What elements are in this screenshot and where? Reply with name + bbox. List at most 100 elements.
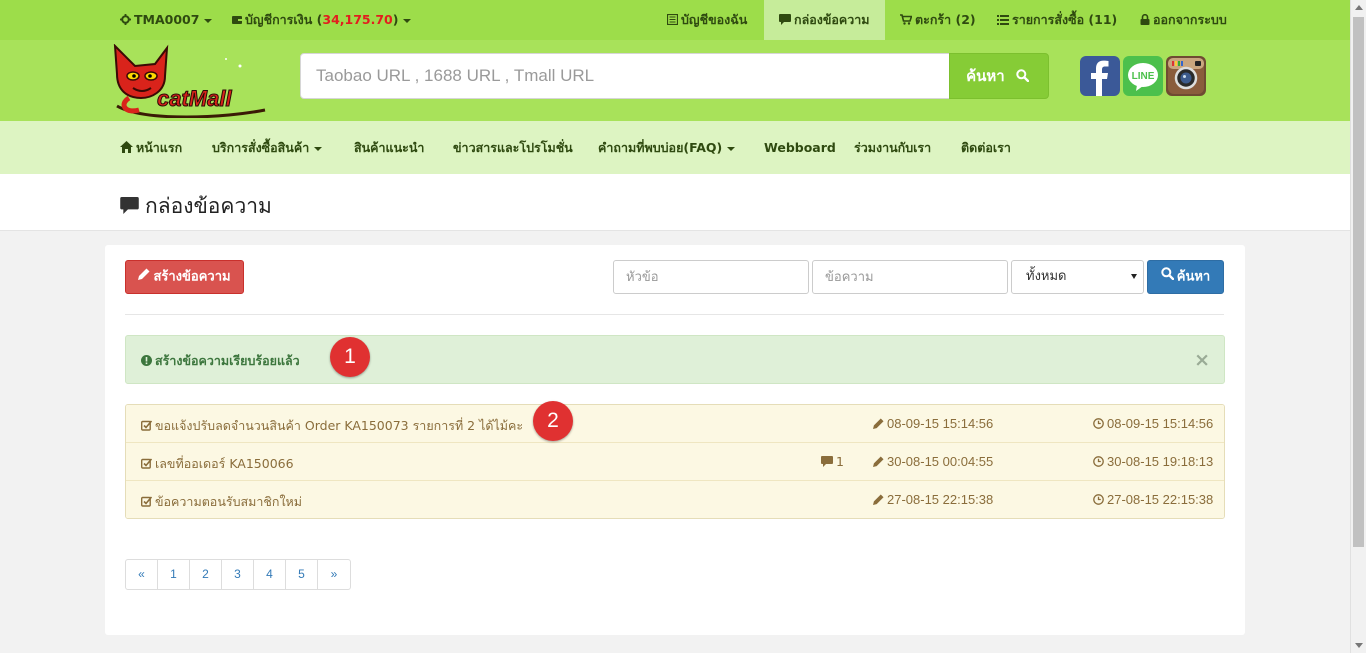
nav-faq[interactable]: คำถามที่พบบ่อย(FAQ) [598, 121, 736, 174]
wallet-label: บัญชีการเงิน [245, 12, 313, 27]
my-account-label: บัญชีของฉัน [681, 12, 748, 27]
orders-link[interactable]: รายการสั่งซื้อ (11) [997, 0, 1117, 40]
message-row[interactable]: เลขที่ออเดอร์ KA150066 1 30-08-15 00:04:… [126, 443, 1224, 481]
clock-icon [1093, 417, 1104, 432]
create-message-button[interactable]: สร้างข้อความ [125, 260, 244, 294]
gear-icon [120, 1, 131, 41]
clock-icon [1093, 455, 1104, 470]
product-url-search-input[interactable] [300, 53, 950, 99]
cart-label: ตะกร้า (2) [915, 12, 976, 27]
lock-icon [1140, 1, 1150, 41]
nav-services[interactable]: บริการสั่งซื้อสินค้า [212, 121, 323, 174]
my-account-link[interactable]: บัญชีของฉัน [666, 0, 748, 41]
wallet-icon [232, 1, 242, 41]
pagination-page-1[interactable]: 1 [158, 560, 190, 589]
user-id: TMA0007 [134, 12, 200, 27]
pagination-page-3[interactable]: 3 [222, 560, 254, 589]
nav-recommended-label: สินค้าแนะนำ [354, 140, 425, 155]
inbox-label: กล่องข้อความ [794, 12, 870, 27]
message-filter-input[interactable] [812, 260, 1008, 294]
chevron-down-icon [727, 146, 736, 151]
site-header: catMall ค้นหา LINE [0, 40, 1350, 121]
wallet-menu[interactable]: บัญชีการเงิน (34,175.70) [232, 0, 412, 41]
pagination-page-2[interactable]: 2 [190, 560, 222, 589]
logout-label: ออกจากระบบ [1153, 12, 1227, 27]
filter-search-label: ค้นหา [1176, 269, 1211, 285]
nav-webboard[interactable]: Webboard [764, 121, 836, 174]
toolbar-divider [125, 314, 1224, 315]
logo-text: catMall [157, 86, 232, 111]
line-icon[interactable]: LINE [1123, 56, 1163, 96]
message-subject: ข้อความตอนรับสมาชิกใหม่ [155, 494, 303, 509]
header-search-button[interactable]: ค้นหา [949, 53, 1049, 99]
wallet-amount: 34,175.70 [322, 12, 393, 27]
message-subject: เลขที่ออเดอร์ KA150066 [155, 456, 294, 471]
message-subject: ขอแจ้งปรับลดจำนวนสินค้า Order KA150073 ร… [155, 418, 524, 433]
orders-label: รายการสั่งซื้อ (11) [1012, 12, 1118, 27]
pencil-icon [873, 455, 884, 470]
nav-news[interactable]: ข่าวสารและโปรโมชั่น [453, 121, 573, 174]
page-scrollbar[interactable] [1350, 0, 1366, 653]
pencil-icon [873, 417, 884, 432]
nav-services-label: บริการสั่งซื้อสินค้า [212, 140, 310, 155]
subject-filter-input[interactable] [613, 260, 809, 294]
pagination-page-5[interactable]: 5 [286, 560, 318, 589]
scroll-up-arrow[interactable] [1355, 5, 1363, 10]
logout-link[interactable]: ออกจากระบบ [1140, 0, 1227, 40]
nav-recommended[interactable]: สินค้าแนะนำ [354, 121, 424, 174]
main-nav: หน้าแรก บริการสั่งซื้อสินค้า สินค้าแนะนำ… [0, 121, 1350, 174]
catmall-logo[interactable]: catMall [105, 43, 270, 119]
chevron-down-icon [314, 146, 323, 151]
pagination: « 1 2 3 4 5 » [125, 559, 351, 590]
pencil-icon [873, 493, 884, 508]
pagination-prev[interactable]: « [126, 560, 158, 589]
message-row[interactable]: ขอแจ้งปรับลดจำนวนสินค้า Order KA150073 ร… [126, 405, 1224, 443]
header-search-label: ค้นหา [966, 67, 1005, 85]
search-icon [1161, 261, 1174, 293]
pagination-next[interactable]: » [318, 560, 350, 589]
home-icon [120, 122, 133, 175]
inbox-link[interactable]: กล่องข้อความ [764, 0, 885, 40]
status-filter-value: ทั้งหมด [1026, 269, 1067, 284]
annotation-badge-2: 2 [533, 401, 573, 441]
alert-message: สร้างข้อความเรียบร้อยแล้ว [155, 353, 300, 368]
pencil-icon [138, 261, 150, 293]
facebook-icon[interactable] [1080, 56, 1120, 96]
filter-search-button[interactable]: ค้นหา [1147, 260, 1224, 294]
exclamation-circle-icon [141, 354, 152, 369]
message-list: ขอแจ้งปรับลดจำนวนสินค้า Order KA150073 ร… [125, 404, 1225, 519]
wallet-paren-open: ( [312, 12, 323, 27]
alert-close-button[interactable]: × [1194, 349, 1210, 371]
message-created: 30-08-15 19:18:13 [1107, 454, 1214, 469]
line-text: LINE [1132, 71, 1155, 82]
page-title: กล่องข้อความ [120, 190, 272, 223]
nav-news-label: ข่าวสารและโปรโมชั่น [453, 140, 573, 155]
reply-count: 1 [836, 454, 844, 469]
nav-contact[interactable]: ติดต่อเรา [961, 121, 1011, 174]
check-square-icon [140, 495, 153, 510]
list-alt-icon [666, 1, 679, 41]
instagram-icon[interactable] [1166, 56, 1206, 96]
message-updated: 27-08-15 22:15:38 [887, 492, 994, 507]
pagination-page-4[interactable]: 4 [254, 560, 286, 589]
top-bar: TMA0007 บัญชีการเงิน (34,175.70) บัญชีขอ… [0, 0, 1350, 40]
cart-link[interactable]: ตะกร้า (2) [900, 0, 976, 40]
status-filter-select[interactable]: ทั้งหมด [1011, 260, 1144, 294]
nav-partner[interactable]: ร่วมงานกับเรา [854, 121, 931, 174]
comment-icon [779, 1, 791, 41]
user-menu[interactable]: TMA0007 [120, 0, 213, 41]
message-created: 08-09-15 15:14:56 [1107, 416, 1214, 431]
chevron-down-icon [1131, 274, 1137, 279]
nav-home[interactable]: หน้าแรก [120, 121, 182, 174]
nav-home-label: หน้าแรก [136, 140, 183, 155]
scroll-down-arrow[interactable] [1355, 643, 1363, 648]
check-square-icon [140, 457, 153, 472]
message-updated: 08-09-15 15:14:56 [887, 416, 994, 431]
message-row[interactable]: ข้อความตอนรับสมาชิกใหม่ 27-08-15 22:15:3… [126, 481, 1224, 518]
chevron-down-icon [403, 18, 412, 23]
page-title-bar: กล่องข้อความ [0, 174, 1350, 231]
inbox-panel: สร้างข้อความ ทั้งหมด ค้นหา สร้างข้อความเ… [105, 245, 1245, 635]
success-alert: สร้างข้อความเรียบร้อยแล้ว × [125, 335, 1225, 384]
nav-faq-label: คำถามที่พบบ่อย(FAQ) [598, 140, 723, 155]
scrollbar-thumb[interactable] [1353, 17, 1364, 547]
